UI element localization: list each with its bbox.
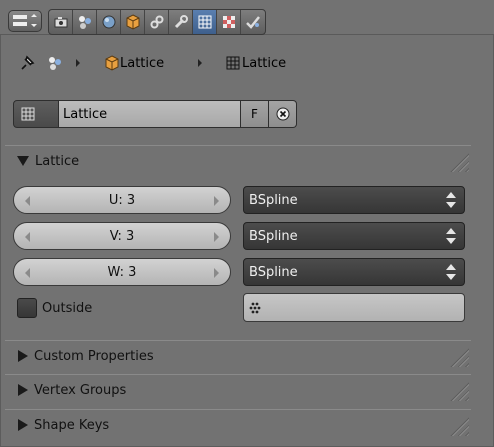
- physics-icon: [246, 16, 260, 29]
- panel-vertex-groups-title: Vertex Groups: [34, 382, 127, 398]
- scene-context-icon: [46, 52, 64, 74]
- tab-render[interactable]: [49, 10, 73, 34]
- outside-label: Outside: [42, 300, 93, 316]
- context-tabs: [48, 9, 266, 35]
- panel-drag-grip-icon[interactable]: [447, 345, 469, 367]
- interpolation-u-value: BSpline: [249, 192, 298, 208]
- increment-arrow-icon[interactable]: [214, 232, 219, 242]
- tab-world[interactable]: [97, 10, 121, 34]
- render-icon: [54, 17, 67, 28]
- panel-drag-grip-icon[interactable]: [447, 150, 469, 172]
- increment-arrow-icon[interactable]: [214, 268, 219, 278]
- panel-shape-keys-title: Shape Keys: [34, 417, 110, 433]
- collapsed-triangle-icon: [18, 384, 28, 396]
- panel-lattice-header[interactable]: Lattice: [5, 145, 471, 176]
- tab-lattice-data[interactable]: [193, 10, 217, 34]
- breadcrumb-separator: [198, 59, 202, 67]
- panel-drag-grip-icon[interactable]: [447, 379, 469, 401]
- object-icon: [105, 55, 119, 71]
- texture-icon: [222, 16, 235, 28]
- increment-arrow-icon[interactable]: [214, 196, 219, 206]
- datablock-name-field[interactable]: Lattice: [59, 100, 241, 128]
- updown-arrows-icon: [446, 264, 456, 280]
- browse-datablock-button[interactable]: [13, 100, 59, 128]
- world-icon: [102, 15, 115, 29]
- points-w-field[interactable]: W: 3: [13, 258, 231, 286]
- breadcrumb-separator: [76, 59, 80, 67]
- lattice-data-icon: [198, 15, 211, 29]
- points-v-label: V: 3: [109, 228, 135, 244]
- vertex-group-field[interactable]: [243, 293, 465, 322]
- editor-type-icon: [13, 14, 37, 27]
- panel-shape-keys-header[interactable]: Shape Keys: [5, 409, 471, 440]
- points-w-label: W: 3: [107, 264, 137, 280]
- breadcrumb-data: Lattice: [225, 52, 286, 74]
- decrement-arrow-icon[interactable]: [25, 232, 30, 242]
- fake-user-button[interactable]: F: [241, 100, 269, 128]
- points-u-field[interactable]: U: 3: [13, 186, 231, 214]
- panel-drag-grip-icon[interactable]: [447, 414, 469, 436]
- interpolation-v-value: BSpline: [249, 228, 298, 244]
- modifiers-icon: [174, 15, 188, 29]
- panel-custom-properties-title: Custom Properties: [34, 348, 154, 364]
- tab-physics[interactable]: [241, 10, 265, 34]
- unlink-datablock-button[interactable]: [269, 100, 297, 128]
- decrement-arrow-icon[interactable]: [25, 196, 30, 206]
- interpolation-v-select[interactable]: BSpline: [243, 222, 465, 250]
- tab-object[interactable]: [121, 10, 145, 34]
- pin-icon: [21, 55, 35, 70]
- close-icon: [276, 107, 289, 121]
- collapsed-triangle-icon: [18, 419, 28, 431]
- collapsed-triangle-icon: [18, 350, 28, 362]
- tab-modifiers[interactable]: [169, 10, 193, 34]
- render-layers-icon: [49, 57, 61, 70]
- tab-render-layers[interactable]: [73, 10, 97, 34]
- interpolation-w-select[interactable]: BSpline: [243, 258, 465, 286]
- tab-constraints[interactable]: [145, 10, 169, 34]
- points-v-field[interactable]: V: 3: [13, 222, 231, 250]
- lattice-data-icon: [21, 107, 35, 121]
- interpolation-u-select[interactable]: BSpline: [243, 186, 465, 214]
- decrement-arrow-icon[interactable]: [25, 268, 30, 278]
- points-u-label: U: 3: [108, 192, 136, 208]
- updown-arrows-icon: [446, 228, 456, 244]
- outside-checkbox[interactable]: [17, 298, 37, 318]
- pin-button[interactable]: [18, 52, 36, 74]
- panel-lattice-title: Lattice: [35, 153, 80, 169]
- lattice-data-icon: [226, 56, 240, 70]
- panel-custom-properties-header[interactable]: Custom Properties: [5, 340, 471, 371]
- editor-type-button[interactable]: [8, 10, 42, 32]
- properties-header: [0, 0, 494, 35]
- expanded-triangle-icon: [17, 156, 29, 166]
- breadcrumb-object: Lattice: [104, 52, 164, 74]
- breadcrumb-object-label: Lattice: [120, 55, 165, 71]
- interpolation-w-value: BSpline: [249, 264, 298, 280]
- updown-arrows-icon: [446, 192, 456, 208]
- render-layers-icon: [78, 16, 91, 29]
- object-icon: [126, 14, 139, 30]
- panel-vertex-groups-header[interactable]: Vertex Groups: [5, 374, 471, 405]
- datablock-selector: Lattice F: [13, 100, 297, 128]
- vertex-group-icon: [249, 302, 261, 313]
- breadcrumb-data-label: Lattice: [242, 55, 287, 71]
- outside-toggle[interactable]: Outside: [17, 297, 92, 319]
- constraints-icon: [150, 15, 163, 29]
- tab-texture[interactable]: [217, 10, 241, 34]
